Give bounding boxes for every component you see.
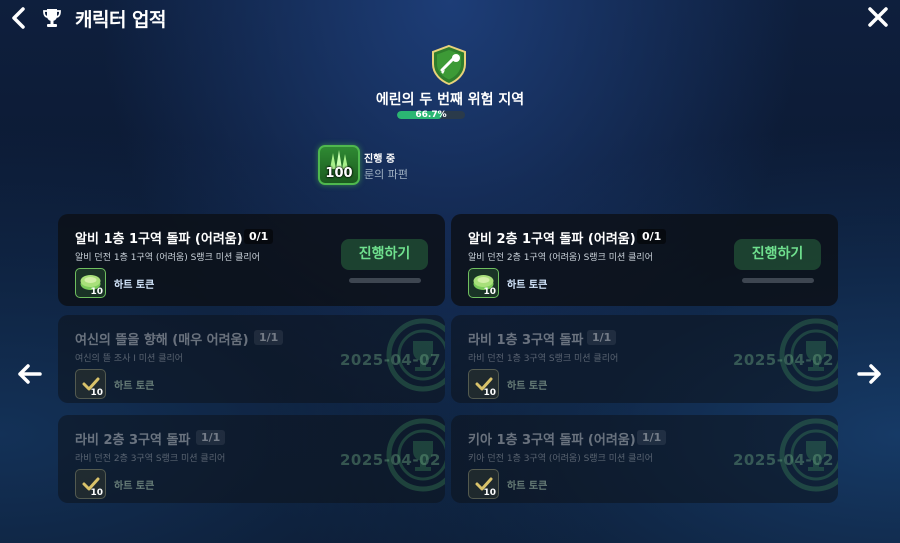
completion-date: 2025-04-07: [340, 351, 441, 369]
completion-date: 2025-04-02: [733, 451, 834, 469]
heart-token-icon: 10: [75, 469, 106, 499]
achievement-count: 0/1: [637, 229, 667, 244]
close-icon[interactable]: [866, 5, 890, 29]
achievement-card: 알비 1층 1구역 돌파 (어려움) 0/1 알비 던전 1층 1구역 (어려움…: [58, 214, 445, 306]
achievement-desc: 여신의 뜰 조사 I 미션 클리어: [75, 354, 184, 364]
reward-quantity: 10: [90, 488, 103, 498]
achievement-desc: 알비 던전 2층 1구역 (어려움) S랭크 미션 클리어: [468, 253, 653, 263]
reward-quantity: 10: [90, 287, 103, 297]
reward-quantity: 10: [483, 388, 496, 398]
achievement-count: 1/1: [196, 430, 226, 445]
rune-fragment-icon[interactable]: 100: [318, 145, 360, 185]
heart-token-icon: 10: [468, 469, 499, 499]
heart-token-icon: 10: [75, 369, 106, 399]
achievement-title: 여신의 뜰을 향해 (매우 어려움): [75, 333, 249, 348]
reward-label: 하트 토큰: [114, 481, 155, 492]
achievement-progress-bar: [742, 278, 814, 283]
achievement-title: 알비 1층 1구역 돌파 (어려움): [75, 232, 243, 247]
next-arrow-icon[interactable]: [857, 363, 883, 385]
reward-label: 하트 토큰: [114, 381, 155, 392]
achievement-count: 1/1: [637, 430, 667, 445]
achievement-title: 알비 2층 1구역 돌파 (어려움): [468, 232, 636, 247]
achievement-desc: 라비 던전 2층 3구역 S랭크 미션 클리어: [75, 454, 226, 464]
back-icon[interactable]: [8, 5, 30, 31]
achievement-count: 0/1: [244, 229, 274, 244]
achievement-card-completed: 라비 1층 3구역 돌파 1/1 라비 던전 1층 3구역 S랭크 미션 클리어…: [451, 315, 838, 403]
achievement-count: 1/1: [254, 330, 284, 345]
achievement-desc: 알비 던전 1층 1구역 (어려움) S랭크 미션 클리어: [75, 253, 260, 263]
achievement-title: 라비 1층 3구역 돌파: [468, 333, 584, 348]
achievement-desc: 키아 던전 1층 3구역 (어려움) S랭크 미션 클리어: [468, 454, 653, 464]
achievement-card-completed: 키아 1층 3구역 돌파 (어려움) 1/1 키아 던전 1층 3구역 (어려움…: [451, 415, 838, 503]
achievement-card-completed: 여신의 뜰을 향해 (매우 어려움) 1/1 여신의 뜰 조사 I 미션 클리어…: [58, 315, 445, 403]
achievement-desc: 라비 던전 1층 3구역 S랭크 미션 클리어: [468, 354, 619, 364]
heart-token-icon: 10: [75, 268, 106, 298]
zone-badge-icon: [429, 44, 469, 86]
top-bar: 캐릭터 업적: [0, 0, 900, 38]
reward-quantity: 10: [483, 287, 496, 297]
heart-token-icon: 10: [468, 268, 499, 298]
reward-label: 하트 토큰: [507, 481, 548, 492]
reward-label: 하트 토큰: [507, 280, 548, 291]
zone-progress-text: 66.7%: [415, 110, 447, 120]
completion-date: 2025-04-02: [340, 451, 441, 469]
rune-fragment-count: 100: [325, 166, 353, 181]
in-progress-reward-name: 룬의 파편: [364, 168, 408, 181]
achievement-card-completed: 라비 2층 3구역 돌파 1/1 라비 던전 2층 3구역 S랭크 미션 클리어…: [58, 415, 445, 503]
achievement-title: 키아 1층 3구역 돌파 (어려움): [468, 433, 636, 448]
zone-title: 에린의 두 번째 위험 지역: [375, 92, 525, 108]
achievement-card: 알비 2층 1구역 돌파 (어려움) 0/1 알비 던전 2층 1구역 (어려움…: [451, 214, 838, 306]
proceed-button[interactable]: 진행하기: [341, 239, 428, 270]
achievement-count: 1/1: [587, 330, 617, 345]
heart-token-icon: 10: [468, 369, 499, 399]
in-progress-label: 진행 중: [364, 154, 396, 165]
reward-quantity: 10: [90, 388, 103, 398]
achievement-title: 라비 2층 3구역 돌파: [75, 433, 191, 448]
completion-date: 2025-04-02: [733, 351, 834, 369]
achievement-progress-bar: [349, 278, 421, 283]
page-title: 캐릭터 업적: [75, 9, 167, 31]
reward-label: 하트 토큰: [114, 280, 155, 291]
prev-arrow-icon[interactable]: [16, 363, 42, 385]
proceed-button[interactable]: 진행하기: [734, 239, 821, 270]
reward-label: 하트 토큰: [507, 381, 548, 392]
reward-quantity: 10: [483, 488, 496, 498]
trophy-icon: [41, 7, 63, 29]
